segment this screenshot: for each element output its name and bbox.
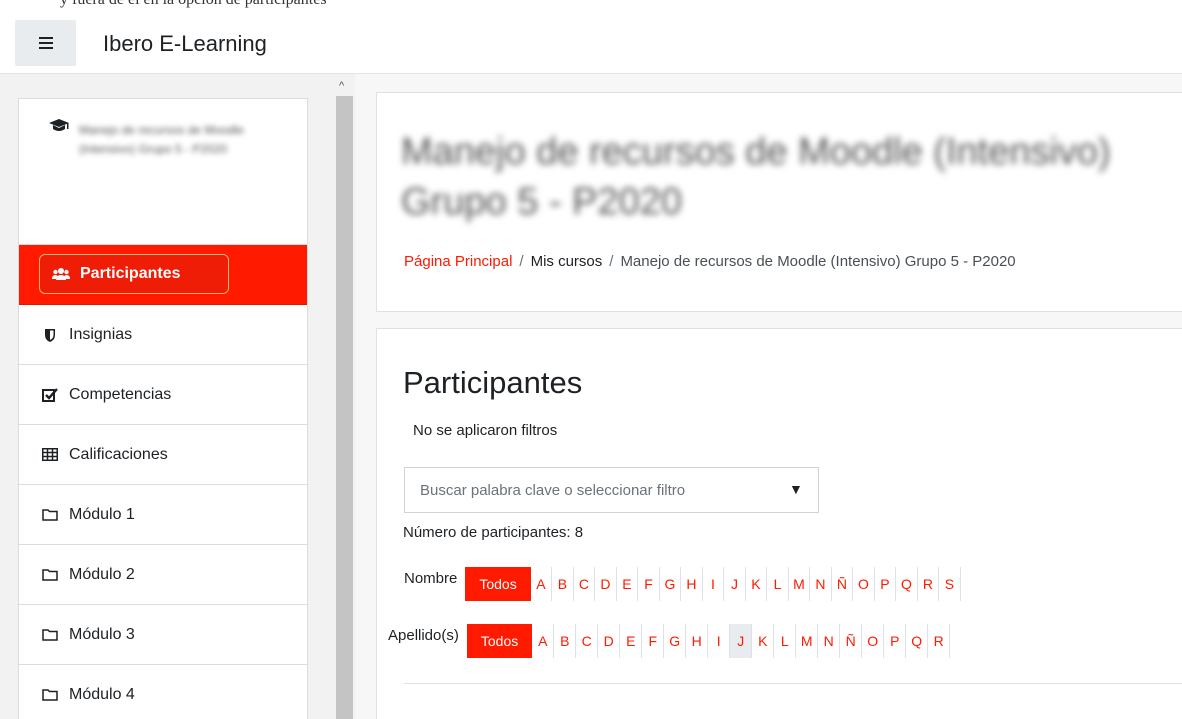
last-name-letter-q[interactable]: Q xyxy=(906,624,929,658)
drawer-course-name: Manejo de recursos de Moodle (Intensivo)… xyxy=(79,123,244,156)
sidebar-item-label: Módulo 3 xyxy=(69,625,135,643)
divider xyxy=(404,683,1182,684)
last-name-letter-p[interactable]: P xyxy=(884,624,907,658)
hamburger-icon xyxy=(38,37,53,49)
drawer-course-item[interactable]: Manejo de recursos de Moodle (Intensivo)… xyxy=(19,99,307,245)
first-name-letter-enye[interactable]: Ñ xyxy=(832,567,854,601)
first-name-label: Nombre xyxy=(404,569,458,587)
first-name-all-button[interactable]: Todos xyxy=(465,567,531,601)
sidebar-item-label: Calificaciones xyxy=(69,445,168,463)
folder-icon xyxy=(41,566,59,584)
breadcrumb-my-courses-link[interactable]: Mis cursos xyxy=(531,253,603,270)
last-name-initials-bar: Apellido(s) Todos ABCDEFGHIJKLMNÑOPQR xyxy=(388,624,951,658)
breadcrumb-separator: / xyxy=(519,253,524,270)
course-title-text: Manejo de recursos de Moodle (Intensivo)… xyxy=(401,131,1111,223)
sidebar-item-label: Insignias xyxy=(69,325,133,343)
first-name-letter-f[interactable]: F xyxy=(638,567,660,601)
breadcrumb-course-link[interactable]: Manejo de recursos de Moodle (Intensivo)… xyxy=(620,253,1015,270)
navbar: Ibero E-Learning xyxy=(0,8,1182,74)
first-name-letter-g[interactable]: G xyxy=(660,567,682,601)
sidebar-item-competencias[interactable]: Competencias xyxy=(19,365,307,425)
top-caption-strip: y fuera de él en la opción de participan… xyxy=(0,0,1182,8)
last-name-letter-o[interactable]: O xyxy=(862,624,885,658)
sidebar-item-label: Módulo 4 xyxy=(69,685,135,703)
first-name-letter-c[interactable]: C xyxy=(574,567,596,601)
filter-search-select[interactable]: Buscar palabra clave o seleccionar filtr… xyxy=(404,467,819,513)
table-icon xyxy=(41,446,59,464)
menu-toggle-button[interactable] xyxy=(15,20,76,66)
last-name-letter-m[interactable]: M xyxy=(796,624,819,658)
first-name-letter-o[interactable]: O xyxy=(853,567,875,601)
last-name-letter-l[interactable]: L xyxy=(774,624,797,658)
first-name-letter-e[interactable]: E xyxy=(617,567,639,601)
last-name-letter-g[interactable]: G xyxy=(664,624,687,658)
folder-icon xyxy=(41,686,59,704)
last-name-label: Apellido(s) xyxy=(388,626,459,644)
shield-icon xyxy=(41,326,59,344)
first-name-letter-b[interactable]: B xyxy=(552,567,574,601)
filters-status: No se aplicaron filtros xyxy=(413,422,558,439)
breadcrumb-home-link[interactable]: Página Principal xyxy=(404,253,512,270)
sidebar-item-label: Módulo 1 xyxy=(69,505,135,523)
last-name-letter-c[interactable]: C xyxy=(576,624,599,658)
page-header-card: Manejo de recursos de Moodle (Intensivo)… xyxy=(376,92,1182,312)
sidebar-item-label: Competencias xyxy=(69,385,172,403)
first-name-letter-l[interactable]: L xyxy=(767,567,789,601)
dropdown-caret-icon[interactable]: ▼ xyxy=(789,481,803,497)
first-name-letter-q[interactable]: Q xyxy=(896,567,918,601)
first-name-letter-h[interactable]: H xyxy=(681,567,703,601)
checkbox-icon xyxy=(41,386,59,404)
first-name-letter-m[interactable]: M xyxy=(789,567,811,601)
first-name-letter-a[interactable]: A xyxy=(531,567,553,601)
last-name-letter-i[interactable]: I xyxy=(708,624,731,658)
last-name-letter-k[interactable]: K xyxy=(752,624,775,658)
sidebar-item-label: Módulo 2 xyxy=(69,565,135,583)
sidebar-item-modulo-1[interactable]: Módulo 1 xyxy=(19,485,307,545)
breadcrumb: Página Principal / Mis cursos / Manejo de re… xyxy=(404,253,1016,270)
sidebar-item-participantes[interactable]: Participantes xyxy=(19,245,307,305)
last-name-letter-h[interactable]: H xyxy=(686,624,709,658)
first-name-letter-j[interactable]: J xyxy=(724,567,746,601)
participants-heading: Participantes xyxy=(403,365,583,400)
filter-search-placeholder: Buscar palabra clave o seleccionar filtr… xyxy=(420,481,686,499)
graduation-cap-icon xyxy=(49,119,69,131)
last-name-letter-d[interactable]: D xyxy=(598,624,621,658)
participants-card: Participantes No se aplicaron filtros Bu… xyxy=(376,328,1182,719)
first-name-letter-n[interactable]: N xyxy=(810,567,832,601)
first-name-letter-k[interactable]: K xyxy=(746,567,768,601)
sidebar-item-modulo-2[interactable]: Módulo 2 xyxy=(19,545,307,605)
last-name-letter-e[interactable]: E xyxy=(620,624,643,658)
first-name-letter-i[interactable]: I xyxy=(703,567,725,601)
sidebar-item-calificaciones[interactable]: Calificaciones xyxy=(19,425,307,485)
page-title: Manejo de recursos de Moodle (Intensivo)… xyxy=(401,127,1182,227)
last-name-all-button[interactable]: Todos xyxy=(466,624,533,658)
last-name-letter-f[interactable]: F xyxy=(642,624,665,658)
first-name-letter-p[interactable]: P xyxy=(875,567,897,601)
breadcrumb-separator: / xyxy=(609,253,614,270)
sidebar-item-modulo-4[interactable]: Módulo 4 xyxy=(19,665,307,719)
last-name-letter-enye[interactable]: Ñ xyxy=(840,624,863,658)
last-name-letter-n[interactable]: N xyxy=(818,624,841,658)
sidebar-item-modulo-3[interactable]: Módulo 3 xyxy=(19,605,307,665)
first-name-letter-d[interactable]: D xyxy=(595,567,617,601)
top-caption: y fuera de él en la opción de participan… xyxy=(60,0,327,8)
sidebar-item-insignias[interactable]: Insignias xyxy=(19,305,307,365)
sidebar-item-label: Participantes xyxy=(80,265,181,282)
drawer-scrollbar-thumb[interactable] xyxy=(336,96,353,719)
scroll-up-arrow-icon[interactable]: ^ xyxy=(339,80,344,92)
folder-icon xyxy=(41,626,59,644)
last-name-letter-b[interactable]: B xyxy=(554,624,577,658)
users-icon xyxy=(52,265,70,283)
folder-icon xyxy=(41,506,59,524)
site-brand[interactable]: Ibero E-Learning xyxy=(103,31,267,57)
first-name-initials-bar: Nombre Todos ABCDEFGHIJKLMNÑOPQRS xyxy=(404,567,961,601)
participant-count: Número de participantes: 8 xyxy=(403,524,584,541)
first-name-letter-r[interactable]: R xyxy=(918,567,940,601)
last-name-letter-j[interactable]: J xyxy=(730,624,753,658)
sidebar-item-participantes-focus[interactable]: Participantes xyxy=(39,254,229,294)
last-name-letter-a[interactable]: A xyxy=(532,624,555,658)
first-name-letter-s[interactable]: S xyxy=(939,567,961,601)
drawer-nav-list: Manejo de recursos de Moodle (Intensivo)… xyxy=(18,98,308,719)
last-name-letter-r[interactable]: R xyxy=(928,624,951,658)
